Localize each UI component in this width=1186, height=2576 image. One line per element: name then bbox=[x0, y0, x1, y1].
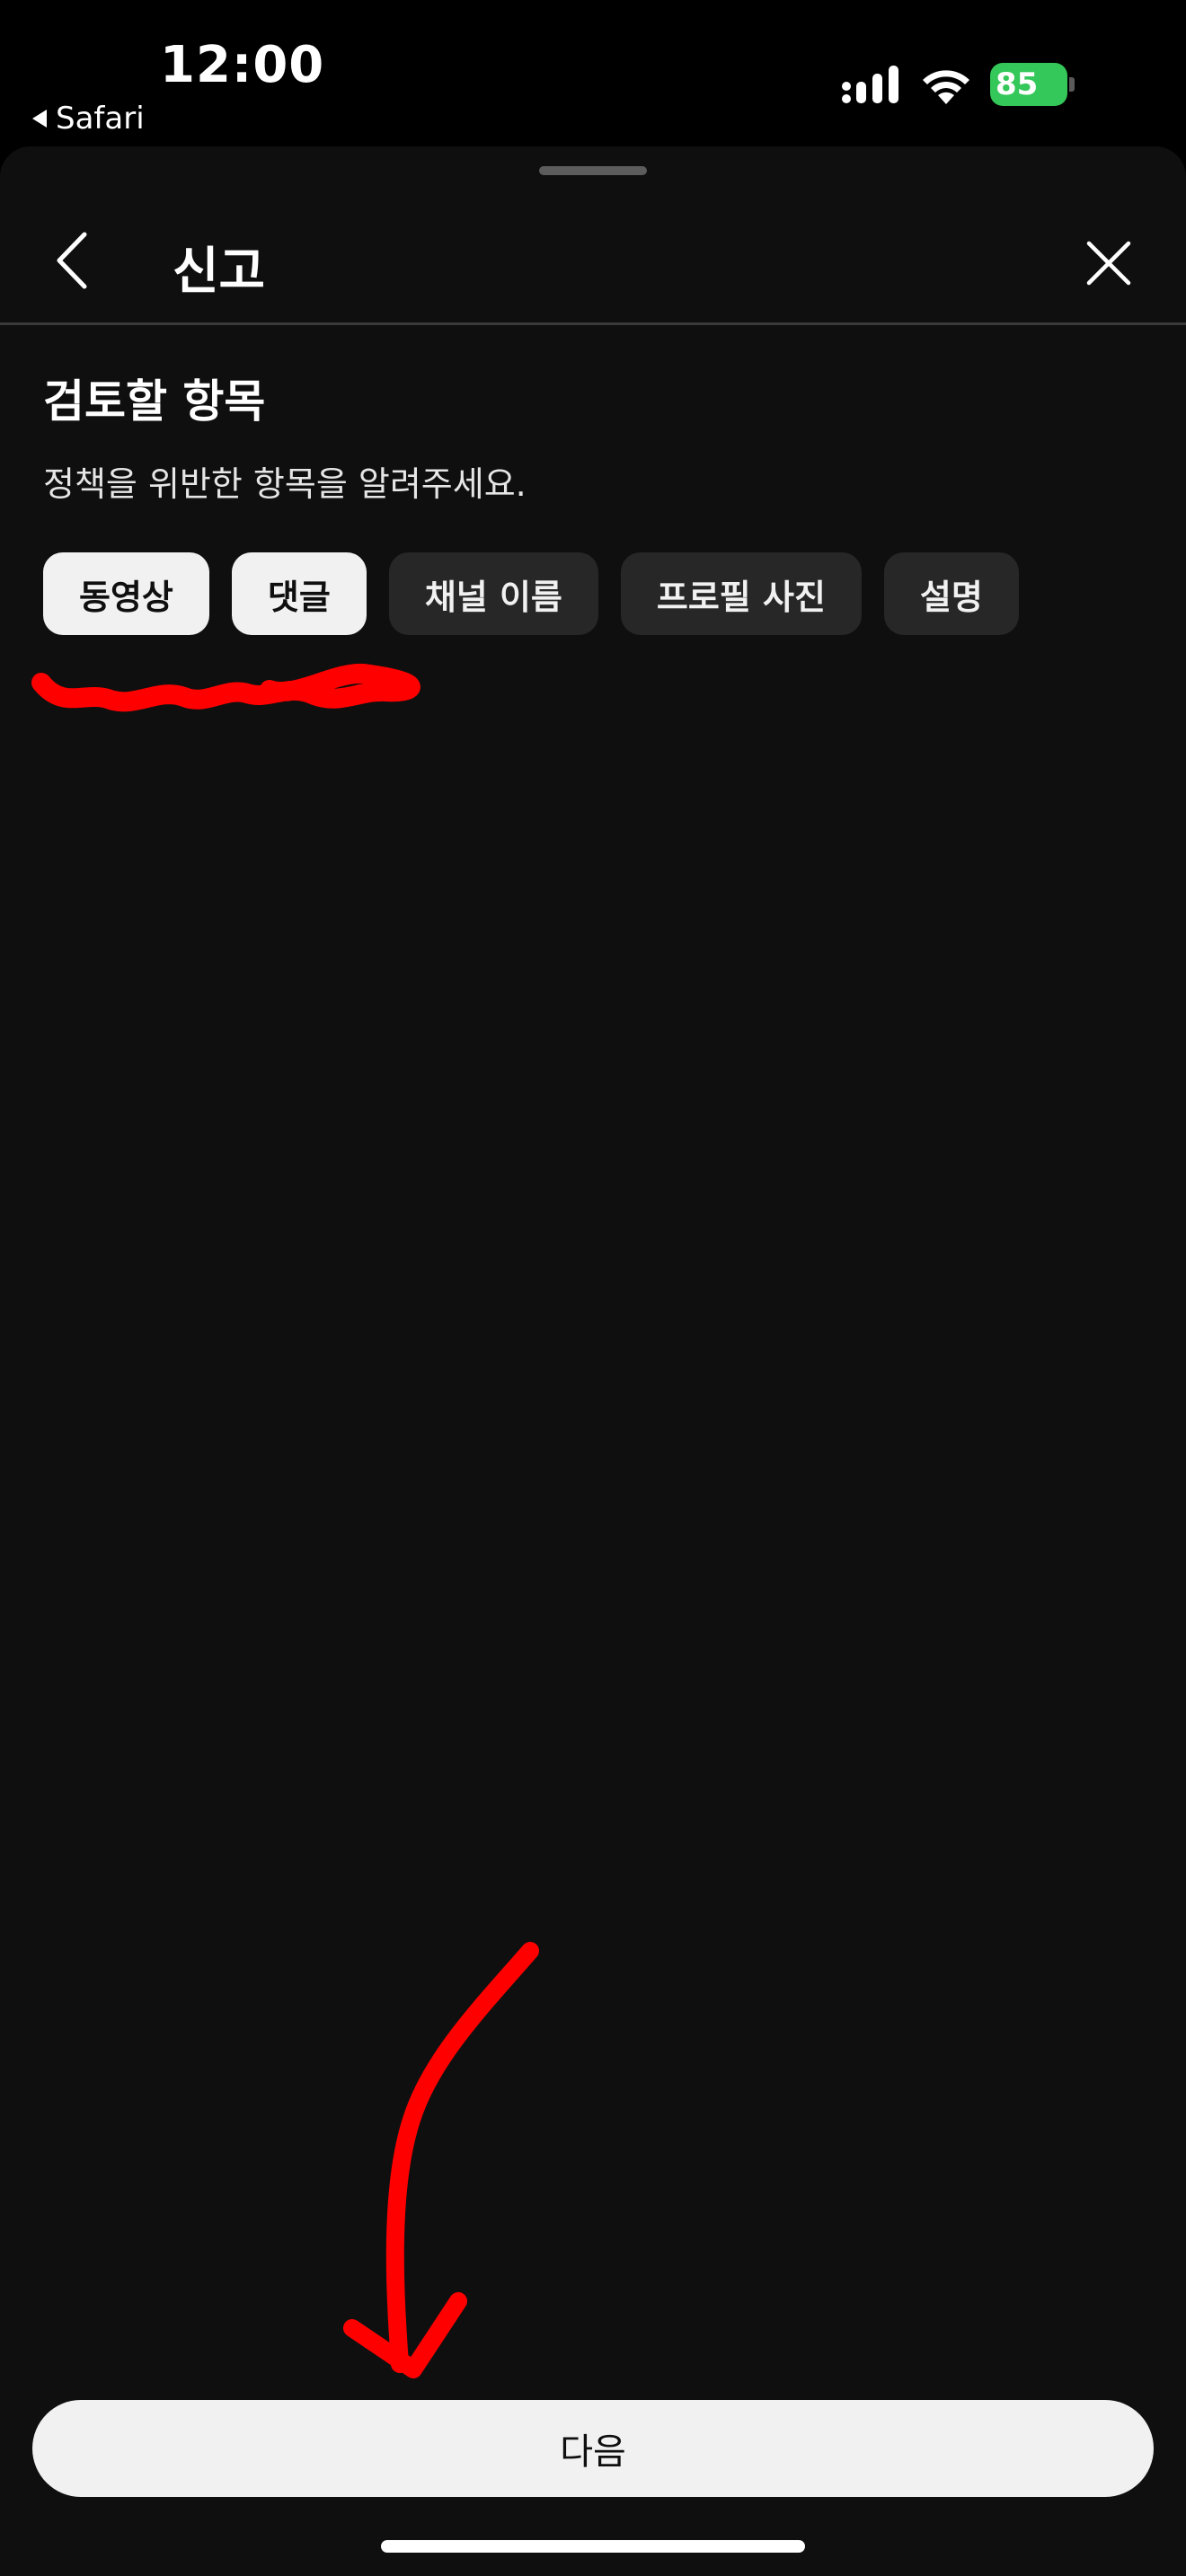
header-divider bbox=[0, 322, 1186, 325]
chip-video[interactable]: 동영상 bbox=[43, 552, 209, 635]
chip-comment[interactable]: 댓글 bbox=[231, 552, 367, 635]
status-time: 12:00 bbox=[160, 36, 325, 94]
back-triangle-icon bbox=[32, 110, 47, 128]
battery-percentage: 85 bbox=[996, 66, 1039, 102]
cellular-signal-icon bbox=[842, 66, 898, 103]
sheet-title: 신고 bbox=[173, 243, 266, 301]
section-heading: 검토할 항목 bbox=[43, 375, 266, 428]
sheet-header: 신고 bbox=[0, 200, 1186, 326]
home-indicator bbox=[381, 2540, 805, 2553]
back-app-label: Safari bbox=[56, 101, 145, 137]
close-icon[interactable] bbox=[1084, 238, 1134, 288]
chip-profile-picture[interactable]: 프로필 사진 bbox=[620, 552, 862, 635]
wifi-icon bbox=[923, 70, 969, 104]
battery-icon: 85 bbox=[990, 63, 1076, 106]
item-chip-group: 동영상 댓글 채널 이름 프로필 사진 설명 bbox=[43, 552, 1019, 635]
report-sheet: 신고 검토할 항목 정책을 위반한 항목을 알려주세요. 동영상 댓글 채널 이… bbox=[0, 146, 1186, 2576]
chip-channel-name[interactable]: 채널 이름 bbox=[388, 552, 598, 635]
sheet-grabber[interactable] bbox=[539, 166, 647, 175]
status-bar: 12:00 Safari 85 bbox=[0, 0, 1186, 148]
next-button[interactable]: 다음 bbox=[32, 2400, 1154, 2497]
section-description: 정책을 위반한 항목을 알려주세요. bbox=[43, 464, 527, 504]
back-chevron-icon[interactable] bbox=[50, 227, 95, 294]
chip-description[interactable]: 설명 bbox=[883, 552, 1019, 635]
back-to-safari-link[interactable]: Safari bbox=[32, 101, 145, 137]
